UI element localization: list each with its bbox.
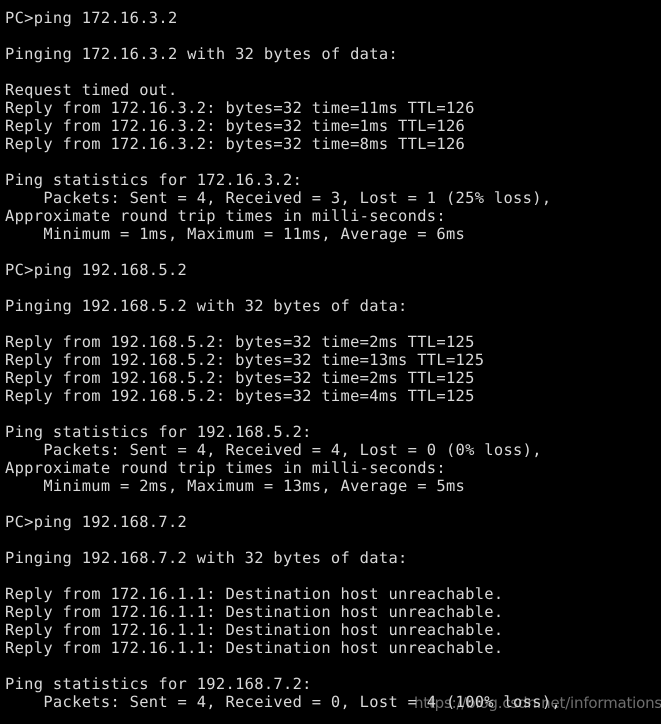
console-line: PC>ping 172.16.3.2	[5, 9, 178, 27]
console-line: Reply from 192.168.5.2: bytes=32 time=2m…	[5, 369, 475, 387]
console-line: Reply from 172.16.1.1: Destination host …	[5, 621, 504, 639]
console-line: Approximate round trip times in milli-se…	[5, 207, 446, 225]
console-line: Reply from 192.168.5.2: bytes=32 time=2m…	[5, 333, 475, 351]
console-line: Pinging 172.16.3.2 with 32 bytes of data…	[5, 45, 399, 63]
console-line: Reply from 172.16.3.2: bytes=32 time=11m…	[5, 99, 475, 117]
console-line: PC>ping 192.168.5.2	[5, 261, 188, 279]
console-line: Reply from 172.16.1.1: Destination host …	[5, 639, 504, 657]
cursor-caret	[5, 715, 14, 717]
console-line: Ping statistics for 192.168.5.2:	[5, 423, 312, 441]
console-line: Request timed out.	[5, 81, 178, 99]
console-line: Reply from 192.168.5.2: bytes=32 time=4m…	[5, 387, 475, 405]
console-line: Packets: Sent = 4, Received = 4, Lost = …	[5, 441, 542, 459]
console-line: Approximate round trip times in milli-se…	[5, 459, 446, 477]
console-line: Pinging 192.168.7.2 with 32 bytes of dat…	[5, 549, 408, 567]
console-line: Reply from 172.16.1.1: Destination host …	[5, 603, 504, 621]
console-line: Packets: Sent = 4, Received = 3, Lost = …	[5, 189, 552, 207]
console-line: Packets: Sent = 4, Received = 0, Lost = …	[5, 693, 561, 711]
console-output[interactable]: PC>ping 172.16.3.2 Pinging 172.16.3.2 wit…	[0, 0, 661, 711]
console-line: Minimum = 1ms, Maximum = 11ms, Average =…	[5, 225, 466, 243]
terminal-window[interactable]: PC>ping 172.16.3.2 Pinging 172.16.3.2 wit…	[0, 0, 661, 724]
console-line: PC>ping 192.168.7.2	[5, 513, 188, 531]
console-line: Reply from 172.16.3.2: bytes=32 time=8ms…	[5, 135, 466, 153]
console-line: Pinging 192.168.5.2 with 32 bytes of dat…	[5, 297, 408, 315]
console-line: Ping statistics for 192.168.7.2:	[5, 675, 312, 693]
console-line: Reply from 192.168.5.2: bytes=32 time=13…	[5, 351, 485, 369]
console-line: Minimum = 2ms, Maximum = 13ms, Average =…	[5, 477, 466, 495]
console-line: Reply from 172.16.3.2: bytes=32 time=1ms…	[5, 117, 466, 135]
console-line: Ping statistics for 172.16.3.2:	[5, 171, 303, 189]
console-line: Reply from 172.16.1.1: Destination host …	[5, 585, 504, 603]
